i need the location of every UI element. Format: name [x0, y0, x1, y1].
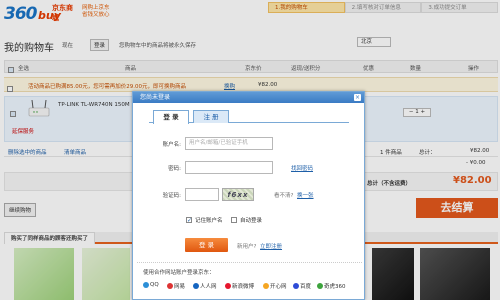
- dialog-header: 您尚未登录: [133, 92, 364, 103]
- partner-360[interactable]: 奇虎360: [317, 282, 346, 290]
- tab-register[interactable]: 注 册: [193, 110, 229, 123]
- qq-icon: [143, 282, 149, 288]
- kaixin-icon: [263, 283, 269, 289]
- partner-netease[interactable]: 网易: [167, 282, 185, 290]
- remember-checkbox[interactable]: [186, 217, 192, 223]
- forgot-password-link[interactable]: 找回密码: [291, 164, 313, 172]
- register-link[interactable]: 立即注册: [260, 242, 282, 250]
- tab-login[interactable]: 登 录: [153, 110, 189, 124]
- auto-login-checkbox[interactable]: [231, 217, 237, 223]
- captcha-image[interactable]: f6xx: [222, 188, 254, 201]
- captcha-input[interactable]: [185, 188, 219, 201]
- weibo-icon: [225, 283, 231, 289]
- captcha-label: 验证码:: [162, 193, 181, 199]
- password-label: 密码:: [168, 166, 181, 172]
- auto-login-label: 自动登录: [240, 218, 263, 224]
- divider: [137, 262, 362, 263]
- new-user-label: 新用户?: [237, 244, 257, 250]
- username-input[interactable]: 用户名/邮箱/已验证手机: [185, 137, 273, 150]
- dialog-login-button[interactable]: 登 录: [185, 238, 228, 252]
- captcha-refresh-link[interactable]: 换一张: [297, 191, 314, 199]
- qihoo360-icon: [317, 283, 323, 289]
- captcha-hint: 看不清?: [274, 193, 294, 199]
- close-icon[interactable]: ×: [354, 94, 361, 101]
- partner-kaixin[interactable]: 开心网: [263, 282, 287, 290]
- renren-icon: [193, 283, 199, 289]
- baidu-icon: [293, 283, 299, 289]
- login-dialog: 您尚未登录 × 登 录 注 册 账户名: 用户名/邮箱/已验证手机 密码: 找回…: [132, 91, 365, 300]
- partner-renren[interactable]: 人人网: [193, 282, 217, 290]
- password-input[interactable]: [185, 161, 273, 174]
- netease-icon: [167, 283, 173, 289]
- partner-baidu[interactable]: 百度: [293, 282, 311, 290]
- partners-title: 使用合作网站账户登录京东：: [143, 270, 215, 276]
- dialog-tabs: 登 录 注 册: [149, 110, 349, 124]
- partner-qq[interactable]: QQ: [143, 282, 159, 288]
- remember-label: 记住账户名: [195, 218, 223, 224]
- partner-weibo[interactable]: 新浪微博: [225, 282, 254, 290]
- username-label: 账户名:: [162, 142, 181, 148]
- dialog-title: 您尚未登录: [140, 94, 171, 101]
